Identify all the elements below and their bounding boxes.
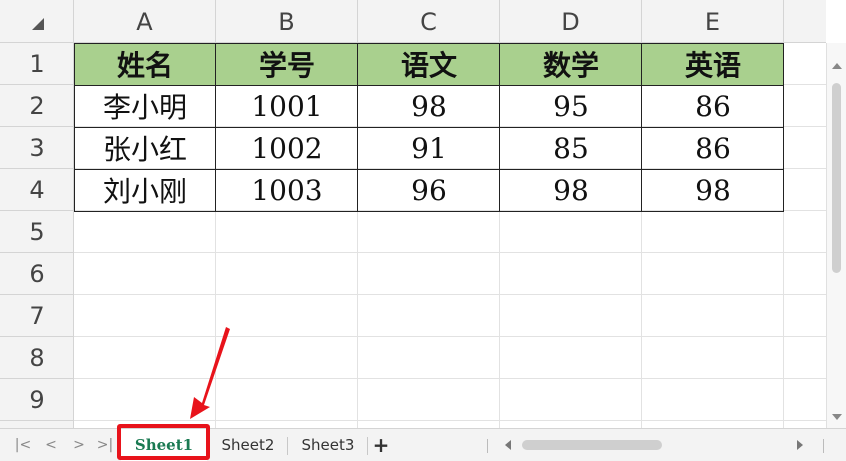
row-header-4[interactable]: 4 xyxy=(0,169,74,211)
vertical-scroll-thumb[interactable] xyxy=(832,83,841,273)
cell-e2[interactable]: 86 xyxy=(642,85,784,127)
tab-sheet1[interactable]: Sheet1 xyxy=(121,429,207,461)
cell-e4[interactable]: 98 xyxy=(642,169,784,211)
cell-d2[interactable]: 95 xyxy=(500,85,642,127)
grid-line xyxy=(74,420,826,421)
column-header-d[interactable]: D xyxy=(500,0,642,43)
next-sheet-icon[interactable]: > xyxy=(70,435,88,455)
cell-c1[interactable]: 语文 xyxy=(358,43,500,85)
select-all-corner[interactable] xyxy=(0,0,74,43)
table-border-line xyxy=(74,85,784,86)
row-header-2[interactable]: 2 xyxy=(0,85,74,127)
annotation-arrow-icon xyxy=(190,327,230,419)
horizontal-scroll-thumb[interactable] xyxy=(522,440,662,450)
scroll-up-icon[interactable] xyxy=(832,63,842,69)
cell-a1[interactable]: 姓名 xyxy=(74,43,216,85)
row-header-3[interactable]: 3 xyxy=(0,127,74,169)
prev-sheet-icon[interactable]: < xyxy=(42,435,60,455)
row-header-6[interactable]: 6 xyxy=(0,253,74,295)
column-header-e[interactable]: E xyxy=(642,0,784,43)
scroll-right-icon[interactable] xyxy=(797,440,803,450)
column-header-a[interactable]: A xyxy=(74,0,216,43)
select-all-triangle-icon xyxy=(32,18,44,30)
last-sheet-icon[interactable]: >| xyxy=(96,435,114,455)
scroll-splitter[interactable] xyxy=(487,439,488,453)
row-header-1[interactable]: 1 xyxy=(0,43,74,85)
scroll-left-icon[interactable] xyxy=(505,440,511,450)
grid-line xyxy=(74,252,826,253)
table-border-line xyxy=(74,127,784,128)
scroll-down-icon[interactable] xyxy=(832,414,842,420)
add-sheet-button[interactable]: + xyxy=(369,429,393,461)
row-header-5[interactable]: 5 xyxy=(0,211,74,253)
cell-b2[interactable]: 1001 xyxy=(216,85,358,127)
spreadsheet: A B C D E 1 2 3 4 5 6 7 8 9 姓名 学号 语文 数学 … xyxy=(0,0,846,461)
row-header-8[interactable]: 8 xyxy=(0,337,74,379)
tab-separator xyxy=(367,437,368,455)
cell-b4[interactable]: 1003 xyxy=(216,169,358,211)
cell-d3[interactable]: 85 xyxy=(500,127,642,169)
scroll-splitter xyxy=(823,439,824,453)
first-sheet-icon[interactable]: |< xyxy=(14,435,32,455)
tab-sheet2[interactable]: Sheet2 xyxy=(210,429,286,461)
tab-sheet3[interactable]: Sheet3 xyxy=(290,429,366,461)
cell-b3[interactable]: 1002 xyxy=(216,127,358,169)
row-header-7[interactable]: 7 xyxy=(0,295,74,337)
row-header-bar: 1 2 3 4 5 6 7 8 9 xyxy=(0,43,74,428)
cell-a4[interactable]: 刘小刚 xyxy=(74,169,216,211)
table-border-line xyxy=(74,169,784,170)
cell-b1[interactable]: 学号 xyxy=(216,43,358,85)
tab-separator xyxy=(287,437,288,455)
row-header-9[interactable]: 9 xyxy=(0,379,74,421)
cell-e1[interactable]: 英语 xyxy=(642,43,784,85)
cell-e3[interactable]: 86 xyxy=(642,127,784,169)
cell-d4[interactable]: 98 xyxy=(500,169,642,211)
cell-c4[interactable]: 96 xyxy=(358,169,500,211)
grid-line xyxy=(74,294,826,295)
column-header-b[interactable]: B xyxy=(216,0,358,43)
cell-d1[interactable]: 数学 xyxy=(500,43,642,85)
cell-c3[interactable]: 91 xyxy=(358,127,500,169)
column-header-bar: A B C D E xyxy=(74,0,826,43)
cell-c2[interactable]: 98 xyxy=(358,85,500,127)
cell-a2[interactable]: 李小明 xyxy=(74,85,216,127)
cell-a3[interactable]: 张小红 xyxy=(74,127,216,169)
vertical-scrollbar[interactable] xyxy=(826,43,846,428)
sheet-tab-bar: |< < > >| Sheet1 Sheet2 Sheet3 + xyxy=(0,428,846,461)
column-header-c[interactable]: C xyxy=(358,0,500,43)
